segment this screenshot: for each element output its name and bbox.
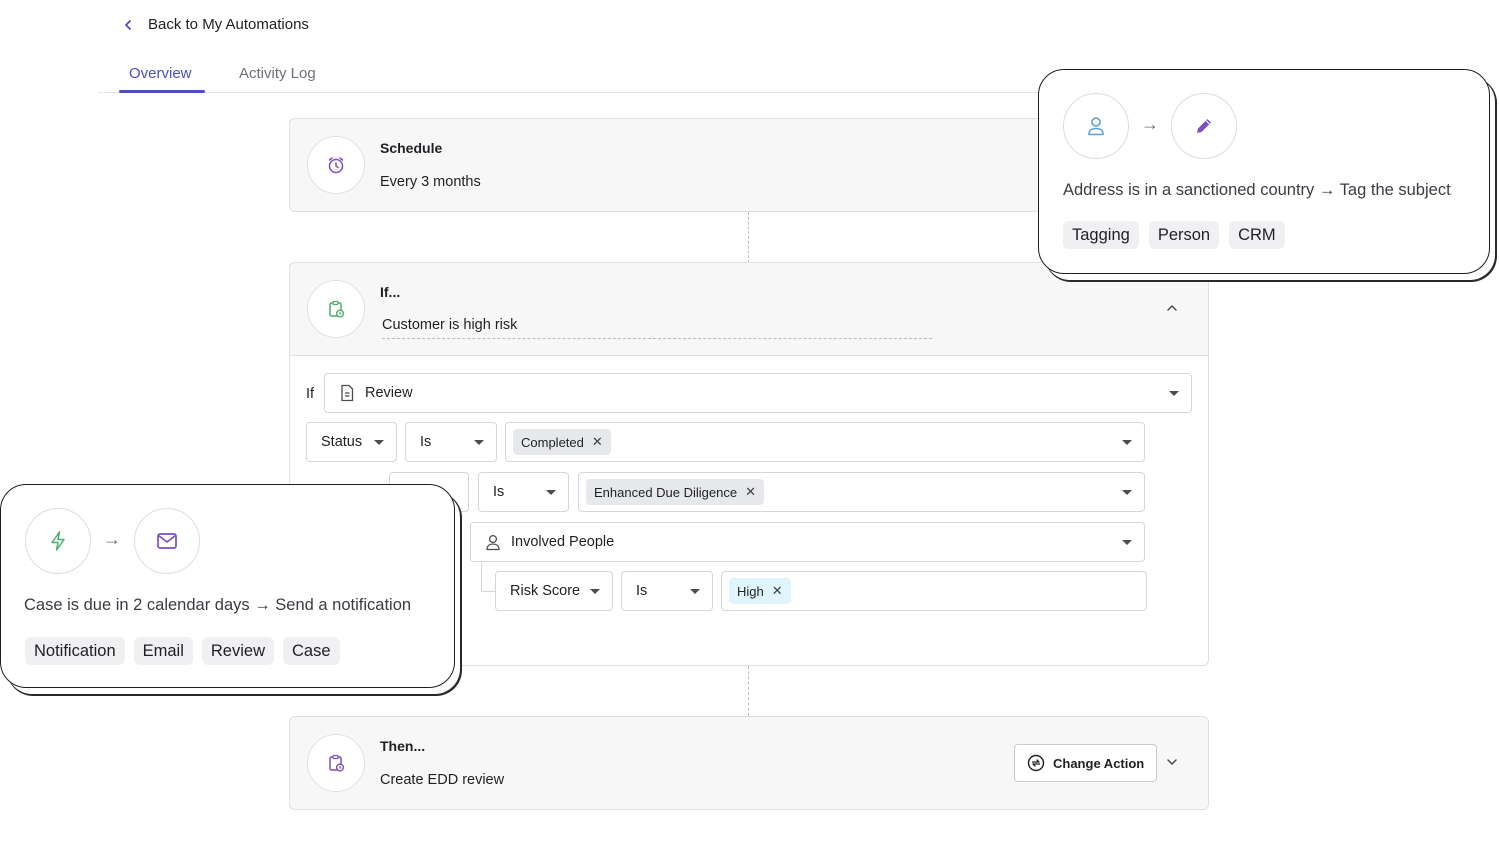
- tab-overview[interactable]: Overview: [129, 65, 192, 82]
- flow-connector: [748, 666, 749, 716]
- chevron-left-icon: [122, 19, 134, 31]
- action-value: Create EDD review: [380, 772, 505, 788]
- automation-description: Case is due in 2 calendar days → Send a …: [24, 596, 412, 614]
- tag: Review: [201, 637, 274, 665]
- tab-activity-log[interactable]: Activity Log: [239, 65, 316, 82]
- change-action-button[interactable]: Change Action: [1014, 744, 1158, 782]
- value-chip: Enhanced Due Diligence ✕: [586, 479, 765, 505]
- chip-label: Enhanced Due Diligence: [594, 484, 738, 500]
- tag: CRM: [1229, 221, 1285, 249]
- condition-name[interactable]: Customer is high risk: [382, 317, 932, 339]
- chip-label: High: [737, 583, 764, 599]
- automation-example-card-left: → Case is due in 2 calendar days → Send …: [0, 484, 455, 688]
- value-multiselect[interactable]: Completed ✕: [505, 422, 1145, 462]
- caret-down-icon: [1122, 440, 1132, 445]
- entity-select[interactable]: Review: [324, 373, 1192, 413]
- field-select-value: Risk Score: [510, 583, 581, 599]
- clipboard-clock-icon: [307, 734, 365, 792]
- field-select[interactable]: Status: [306, 422, 397, 462]
- tag: Person: [1148, 221, 1220, 249]
- operator-select-2[interactable]: Is: [478, 472, 569, 512]
- arrow-right-icon: →: [1141, 114, 1159, 134]
- flow-connector: [748, 212, 749, 263]
- related-entity-value: Involved People: [511, 534, 615, 550]
- operator-select[interactable]: Is: [405, 422, 497, 462]
- tag-list: Tagging Person CRM: [1063, 221, 1285, 249]
- action-card: Then... Create EDD review Change Action: [289, 716, 1209, 810]
- risk-field-select[interactable]: Risk Score: [495, 571, 613, 611]
- person-icon: [1063, 93, 1129, 159]
- chevron-up-icon[interactable]: [1165, 301, 1179, 320]
- active-tab-indicator: [119, 90, 205, 93]
- nesting-line: [481, 562, 495, 592]
- person-icon: [485, 533, 501, 551]
- tag: Notification: [25, 637, 125, 665]
- value-chip: High ✕: [729, 578, 791, 604]
- swap-icon: [1027, 754, 1045, 772]
- tag-list: Notification Email Review Case: [25, 637, 340, 665]
- back-to-automations-link[interactable]: Back to My Automations: [122, 16, 309, 33]
- tag: Case: [283, 637, 340, 665]
- schedule-title: Schedule: [380, 140, 443, 156]
- caret-down-icon: [1169, 391, 1179, 396]
- change-action-label: Change Action: [1053, 755, 1145, 771]
- remove-chip-icon[interactable]: ✕: [745, 484, 756, 500]
- field-select-value: Status: [321, 434, 363, 450]
- operator-select-value: Is: [420, 434, 432, 450]
- remove-chip-icon[interactable]: ✕: [592, 434, 603, 450]
- chevron-down-icon[interactable]: [1165, 755, 1179, 774]
- tag: Email: [133, 637, 193, 665]
- schedule-value: Every 3 months: [380, 174, 481, 190]
- if-label: If: [306, 386, 315, 402]
- value-chip: Completed ✕: [513, 429, 611, 455]
- related-entity-select[interactable]: Involved People: [470, 522, 1145, 562]
- pencil-icon: [1171, 93, 1237, 159]
- tab-bar: Overview Activity Log: [98, 56, 1098, 93]
- caret-down-icon: [546, 490, 556, 495]
- risk-operator-select[interactable]: Is: [621, 571, 713, 611]
- document-icon: [339, 384, 355, 402]
- caret-down-icon: [1122, 540, 1132, 545]
- action-title: Then...: [380, 738, 426, 754]
- lightning-icon: [25, 508, 91, 574]
- alarm-clock-icon: [307, 136, 365, 194]
- tag: Tagging: [1063, 221, 1139, 249]
- caret-down-icon: [1122, 490, 1132, 495]
- arrow-right-icon: →: [103, 529, 121, 549]
- operator-select-value: Is: [493, 484, 505, 500]
- caret-down-icon: [374, 440, 384, 445]
- envelope-icon: [134, 508, 200, 574]
- caret-down-icon: [690, 589, 700, 594]
- operator-select-value: Is: [636, 583, 648, 599]
- caret-down-icon: [590, 589, 600, 594]
- condition-title: If...: [380, 284, 401, 300]
- chip-label: Completed: [521, 434, 584, 450]
- automation-description: Address is in a sanctioned country → Tag…: [1063, 181, 1451, 199]
- clipboard-check-icon: [307, 280, 365, 338]
- risk-value-multiselect[interactable]: High ✕: [721, 571, 1147, 611]
- caret-down-icon: [474, 440, 484, 445]
- back-link-label: Back to My Automations: [148, 16, 309, 33]
- entity-select-value: Review: [365, 385, 413, 401]
- automation-example-card-right: → Address is in a sanctioned country → T…: [1038, 69, 1490, 274]
- value-multiselect-2[interactable]: Enhanced Due Diligence ✕: [578, 472, 1145, 512]
- remove-chip-icon[interactable]: ✕: [772, 583, 783, 599]
